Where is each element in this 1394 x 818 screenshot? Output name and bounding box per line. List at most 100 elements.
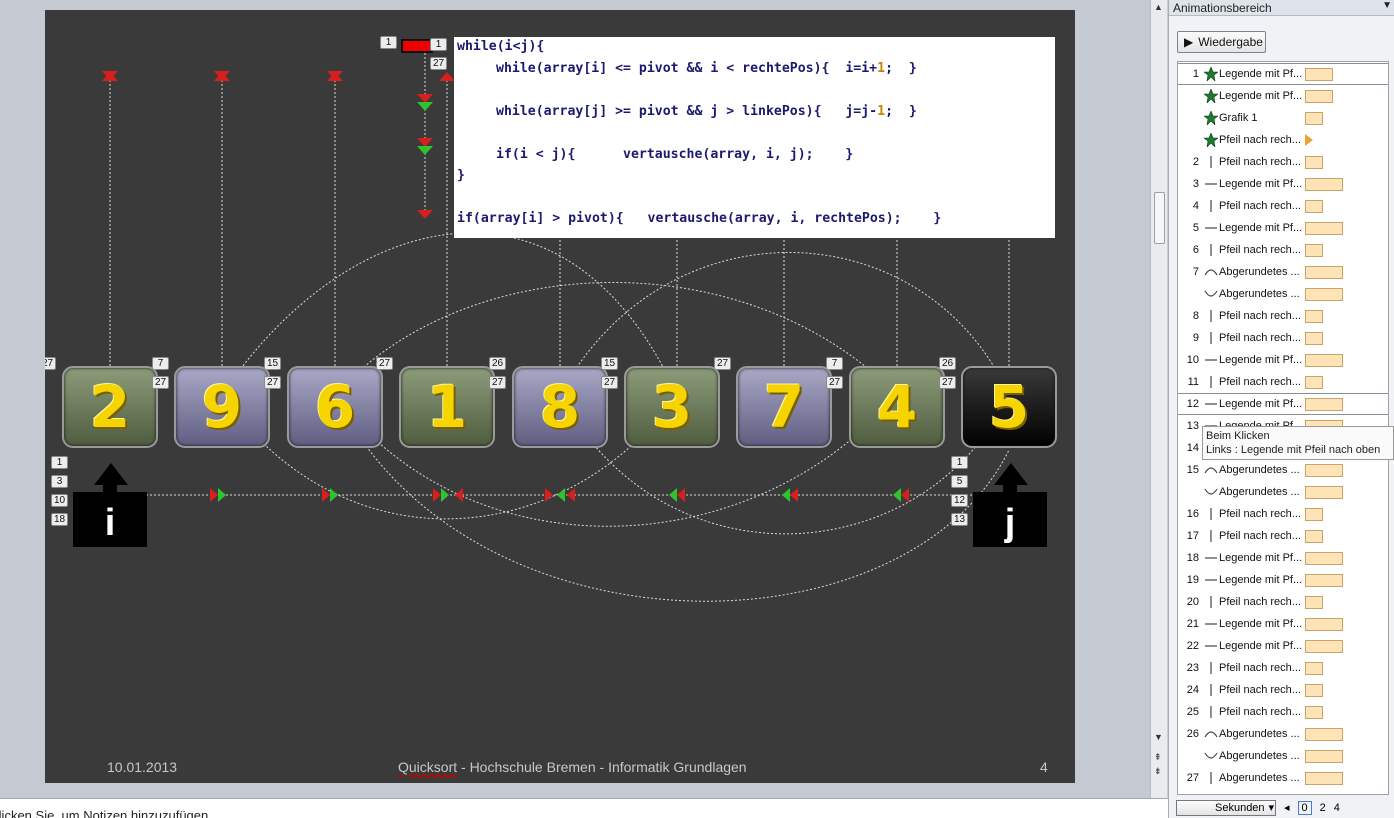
- array-tile-2[interactable]: 6: [287, 366, 383, 448]
- slide-canvas[interactable]: while(i<j){ while(array[i] <= pivot && i…: [45, 10, 1075, 783]
- timing-bar: [1305, 243, 1323, 257]
- anim-marker[interactable]: 27: [489, 376, 506, 389]
- animation-item[interactable]: 3 Legende mit Pf...: [1178, 174, 1388, 194]
- anim-marker[interactable]: 27: [714, 357, 731, 370]
- play-button[interactable]: ▶ Wiedergabe: [1177, 31, 1266, 53]
- array-tile-7[interactable]: 4: [849, 366, 945, 448]
- arrow-up-icon: [994, 463, 1028, 485]
- timing-bar: [1305, 67, 1333, 81]
- animation-item[interactable]: 19 Legende mit Pf...: [1178, 570, 1388, 590]
- animation-item[interactable]: 21 Legende mit Pf...: [1178, 614, 1388, 634]
- animation-item-label: Pfeil nach rech...: [1219, 508, 1301, 520]
- anim-marker[interactable]: 27: [152, 376, 169, 389]
- animation-item[interactable]: 1 Legende mit Pf...: [1178, 63, 1388, 85]
- animation-item[interactable]: 10 Legende mit Pf...: [1178, 350, 1388, 370]
- animation-item[interactable]: 16 Pfeil nach rech...: [1178, 504, 1388, 524]
- array-tile-5[interactable]: 3: [624, 366, 720, 448]
- animation-item[interactable]: 24 Pfeil nach rech...: [1178, 680, 1388, 700]
- anim-marker[interactable]: 26: [939, 357, 956, 370]
- next-slide-icon[interactable]: ⇟: [1154, 766, 1162, 776]
- footer-title: Quicksort - Hochschule Bremen - Informat…: [398, 759, 747, 775]
- pane-menu-icon[interactable]: ▼: [1382, 0, 1392, 11]
- animation-item[interactable]: 11 Pfeil nach rech...: [1178, 372, 1388, 392]
- anim-marker[interactable]: 12: [951, 494, 968, 507]
- animation-item[interactable]: Pfeil nach rech...: [1178, 130, 1388, 150]
- anim-marker[interactable]: 1: [951, 456, 968, 469]
- array-tile-6[interactable]: 7: [736, 366, 832, 448]
- animation-item[interactable]: 5 Legende mit Pf...: [1178, 218, 1388, 238]
- animation-item[interactable]: 23 Pfeil nach rech...: [1178, 658, 1388, 678]
- timing-bar: [1305, 639, 1343, 653]
- anim-marker[interactable]: 27: [376, 357, 393, 370]
- notes-pane[interactable]: Klicken Sie, um Notizen hinzuzufügen: [0, 798, 1168, 818]
- timeline-left-icon[interactable]: ◂: [1284, 801, 1290, 814]
- pointer-i[interactable]: i: [73, 463, 147, 547]
- animation-item[interactable]: Grafik 1: [1178, 108, 1388, 128]
- array-tile-0[interactable]: 2: [62, 366, 158, 448]
- animation-item[interactable]: 2 Pfeil nach rech...: [1178, 152, 1388, 172]
- animation-item-label: Abgerundetes ...: [1219, 750, 1300, 762]
- anim-marker[interactable]: 15: [601, 357, 618, 370]
- animation-item[interactable]: Legende mit Pf...: [1178, 86, 1388, 106]
- anim-marker[interactable]: 27: [826, 376, 843, 389]
- anim-marker[interactable]: 27: [939, 376, 956, 389]
- array-tile-1[interactable]: 9: [174, 366, 270, 448]
- anim-marker[interactable]: 7: [826, 357, 843, 370]
- timing-bar: [1305, 331, 1323, 345]
- animation-item[interactable]: 9 Pfeil nach rech...: [1178, 328, 1388, 348]
- animation-item-number: 4: [1192, 200, 1199, 212]
- animation-item[interactable]: 8 Pfeil nach rech...: [1178, 306, 1388, 326]
- animation-item-label: Pfeil nach rech...: [1219, 134, 1301, 146]
- anim-marker[interactable]: 27: [45, 357, 56, 370]
- timeline-unit-dropdown[interactable]: Sekunden ▾: [1176, 799, 1276, 816]
- anim-marker[interactable]: 13: [951, 513, 968, 526]
- animation-item-label: Pfeil nach rech...: [1219, 662, 1301, 674]
- array-tile-8[interactable]: 5: [961, 366, 1057, 448]
- anim-marker[interactable]: 3: [51, 475, 68, 488]
- animation-item[interactable]: 26 Abgerundetes ...: [1178, 724, 1388, 744]
- anim-marker[interactable]: 26: [489, 357, 506, 370]
- anim-marker[interactable]: 10: [51, 494, 68, 507]
- anim-marker[interactable]: 27: [430, 57, 447, 70]
- scroll-down-icon[interactable]: ▼: [1154, 732, 1163, 742]
- animation-item[interactable]: 20 Pfeil nach rech...: [1178, 592, 1388, 612]
- array-tile-3[interactable]: 1: [399, 366, 495, 448]
- animation-item[interactable]: 18 Legende mit Pf...: [1178, 548, 1388, 568]
- anim-marker[interactable]: 1: [380, 36, 397, 49]
- animation-item[interactable]: 12 Legende mit Pf...: [1178, 393, 1388, 415]
- anim-marker[interactable]: 15: [264, 357, 281, 370]
- highlight-rect[interactable]: [401, 39, 433, 53]
- scroll-thumb[interactable]: [1154, 192, 1165, 244]
- animation-item[interactable]: 17 Pfeil nach rech...: [1178, 526, 1388, 546]
- vertical-scrollbar[interactable]: ▲ ▼ ⇞ ⇟: [1150, 0, 1167, 798]
- anim-marker[interactable]: 1: [51, 456, 68, 469]
- pointer-j-label: j: [973, 492, 1047, 547]
- anim-marker[interactable]: 5: [951, 475, 968, 488]
- anim-marker[interactable]: 27: [264, 376, 281, 389]
- animation-item[interactable]: 22 Legende mit Pf...: [1178, 636, 1388, 656]
- animation-item[interactable]: 15 Abgerundetes ...: [1178, 460, 1388, 480]
- animation-item[interactable]: 4 Pfeil nach rech...: [1178, 196, 1388, 216]
- code-box[interactable]: while(i<j){ while(array[i] <= pivot && i…: [454, 37, 1055, 238]
- anim-marker[interactable]: 1: [430, 38, 447, 51]
- animation-item[interactable]: Abgerundetes ...: [1178, 482, 1388, 502]
- anim-marker[interactable]: 18: [51, 513, 68, 526]
- chevron-down-icon: ▾: [1268, 802, 1275, 814]
- animation-item[interactable]: 6 Pfeil nach rech...: [1178, 240, 1388, 260]
- scroll-up-icon[interactable]: ▲: [1154, 2, 1163, 12]
- animation-item[interactable]: 25 Pfeil nach rech...: [1178, 702, 1388, 722]
- anim-marker[interactable]: 7: [152, 357, 169, 370]
- animation-item[interactable]: Abgerundetes ...: [1178, 746, 1388, 766]
- prev-slide-icon[interactable]: ⇞: [1154, 752, 1162, 762]
- animation-item-label: Legende mit Pf...: [1219, 90, 1303, 102]
- footer-date: 10.01.2013: [107, 759, 178, 775]
- timeline-unit: Sekunden: [1215, 801, 1265, 814]
- pointer-j[interactable]: j: [973, 463, 1047, 547]
- timing-bar: [1305, 507, 1323, 521]
- animation-item-label: Legende mit Pf...: [1219, 398, 1303, 410]
- anim-marker[interactable]: 27: [601, 376, 618, 389]
- animation-item[interactable]: 7 Abgerundetes ...: [1178, 262, 1388, 282]
- animation-item[interactable]: Abgerundetes ...: [1178, 284, 1388, 304]
- animation-item[interactable]: 27 Abgerundetes ...: [1178, 768, 1388, 788]
- array-tile-4[interactable]: 8: [512, 366, 608, 448]
